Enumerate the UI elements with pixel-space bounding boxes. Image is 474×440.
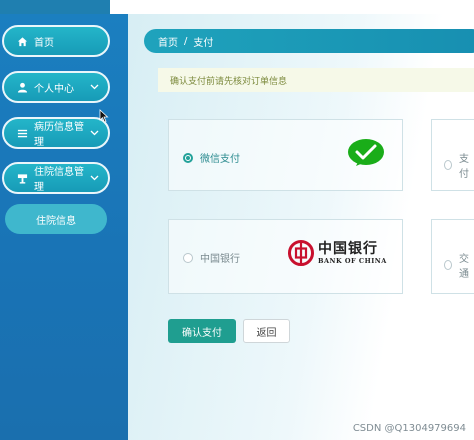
home-icon (16, 35, 28, 47)
wechat-pay-label: 微信支付 (200, 154, 240, 165)
top-bar (0, 0, 474, 15)
sidebar: 首页 个人中心 病历信息管理 住院信息管理 住院信息 (0, 14, 128, 440)
sidebar-item-profile[interactable]: 个人中心 (2, 71, 110, 103)
sidebar-item-label: 首页 (34, 37, 54, 49)
sidebar-item-label: 个人中心 (34, 83, 74, 95)
sidebar-item-label: 病历信息管理 (34, 122, 84, 148)
sidebar-item-medical-records[interactable]: 病历信息管理 (2, 117, 110, 149)
wechat-pay-logo (347, 138, 385, 171)
bank-of-china-label: 中国银行 (200, 254, 240, 265)
chevron-down-icon (90, 173, 100, 184)
top-bar-accent (0, 0, 110, 14)
confirm-payment-button[interactable]: 确认支付 (168, 319, 236, 343)
bank-of-china-option[interactable]: 中国银行 (183, 250, 240, 265)
partial-pay-option-2[interactable]: 交通 (444, 250, 474, 280)
bank-of-china-en: BANK OF CHINA (318, 256, 387, 265)
watermark: CSDN @Q1304979694 (352, 423, 466, 434)
partial-pay-radio-2[interactable] (444, 260, 452, 270)
main-content: 首页 / 支付 确认支付前请先核对订单信息 微信支付 支付 中国银行 中国银行 … (128, 14, 474, 440)
back-button[interactable]: 返回 (243, 319, 290, 343)
bank-of-china-logo: 中国银行 BANK OF CHINA (288, 240, 387, 266)
partial-pay-radio-1[interactable] (444, 160, 452, 170)
sidebar-subitem-inpatient-info[interactable]: 住院信息 (5, 204, 107, 234)
payment-notice: 确认支付前请先核对订单信息 (158, 68, 474, 92)
partial-pay-label-2: 交通 (459, 254, 469, 280)
breadcrumb-home[interactable]: 首页 (158, 34, 178, 49)
mouse-cursor-icon (99, 109, 109, 126)
user-icon (16, 81, 28, 93)
bank-of-china-radio[interactable] (183, 252, 193, 263)
sidebar-item-home[interactable]: 首页 (2, 25, 110, 57)
bank-of-china-emblem-icon (288, 240, 314, 266)
chevron-down-icon (90, 82, 100, 93)
breadcrumb-current: 支付 (193, 37, 214, 49)
partial-pay-option-1[interactable]: 支付 (444, 150, 474, 180)
wechat-pay-radio[interactable] (183, 152, 193, 163)
bank-of-china-cn: 中国银行 (318, 240, 378, 257)
partial-pay-label-1: 支付 (459, 154, 469, 180)
sidebar-item-label: 住院信息管理 (34, 167, 84, 193)
wechat-pay-option[interactable]: 微信支付 (183, 150, 240, 165)
chevron-down-icon (90, 128, 100, 139)
bed-icon (16, 172, 28, 184)
list-icon (16, 127, 28, 139)
breadcrumb: 首页 / 支付 (144, 29, 474, 53)
sidebar-item-inpatient[interactable]: 住院信息管理 (2, 162, 110, 194)
breadcrumb-separator: / (184, 35, 188, 47)
